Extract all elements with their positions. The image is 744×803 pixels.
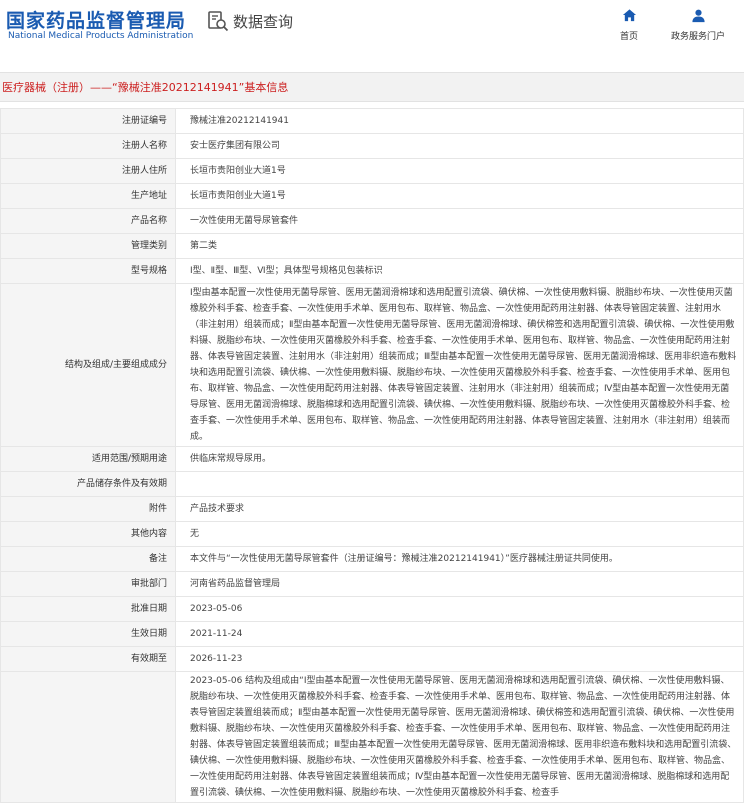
field-value: 本文件与“一次性使用无菌导尿管套件（注册证编号：豫械注准20212141941）… bbox=[175, 546, 744, 572]
field-label: 型号规格 bbox=[0, 258, 176, 284]
field-value: 2021-11-24 bbox=[175, 621, 744, 647]
nav-home[interactable]: 首页 bbox=[620, 8, 638, 42]
site-logo-en[interactable]: National Medical Products Administration bbox=[8, 31, 193, 41]
change-history-value: 2023-05-06 结构及组成由“Ⅰ型由基本配置一次性使用无菌导尿管、医用无菌… bbox=[175, 671, 744, 803]
page-title: 医疗器械（注册）——“豫械注准20212141941”基本信息 bbox=[0, 72, 744, 102]
field-label: 注册人住所 bbox=[0, 158, 176, 184]
nav-service-portal[interactable]: 政务服务门户 bbox=[671, 8, 725, 42]
field-label: 有效期至 bbox=[0, 646, 176, 672]
table-row: 产品储存条件及有效期 bbox=[0, 471, 744, 497]
site-header: 国家药品监督管理局 National Medical Products Admi… bbox=[0, 0, 744, 66]
table-row: 适用范围/预期用途 供临床常规导尿用。 bbox=[0, 446, 744, 472]
field-label: 其他内容 bbox=[0, 521, 176, 547]
field-label: 生效日期 bbox=[0, 621, 176, 647]
field-value: 长垣市贵阳创业大道1号 bbox=[175, 158, 744, 184]
site-logo-cn[interactable]: 国家药品监督管理局 bbox=[6, 6, 186, 33]
table-row: 注册人名称 安士医疗集团有限公司 bbox=[0, 133, 744, 159]
table-row: 管理类别 第二类 bbox=[0, 233, 744, 259]
search-document-icon bbox=[207, 10, 229, 32]
field-value: 产品技术要求 bbox=[175, 496, 744, 522]
table-row: 其他内容无 bbox=[0, 521, 744, 547]
field-value: 2026-11-23 bbox=[175, 646, 744, 672]
home-icon bbox=[622, 9, 636, 22]
field-value: 无 bbox=[175, 521, 744, 547]
field-label: 备注 bbox=[0, 546, 176, 572]
table-row: 结构及组成/主要组成成分 Ⅰ型由基本配置一次性使用无菌导尿管、医用无菌润滑棉球和选… bbox=[0, 283, 744, 447]
field-label: 附件 bbox=[0, 496, 176, 522]
table-row: 2023-05-06 结构及组成由“Ⅰ型由基本配置一次性使用无菌导尿管、医用无菌… bbox=[0, 671, 744, 803]
table-row: 生效日期 2021-11-24 bbox=[0, 621, 744, 647]
field-value: 2023-05-06 bbox=[175, 596, 744, 622]
detail-table: 注册证编号 豫械注准20212141941 注册人名称 安士医疗集团有限公司 注册人… bbox=[0, 108, 744, 803]
field-value: 供临床常规导尿用。 bbox=[175, 446, 744, 472]
field-label: 管理类别 bbox=[0, 233, 176, 259]
field-value: 豫械注准20212141941 bbox=[175, 108, 744, 134]
table-row: 批准日期 2023-05-06 bbox=[0, 596, 744, 622]
user-icon bbox=[691, 9, 705, 23]
table-row: 审批部门 河南省药品监督管理局 bbox=[0, 571, 744, 597]
field-value: Ⅰ型、Ⅱ型、Ⅲ型、Ⅵ型；具体型号规格见包装标识 bbox=[175, 258, 744, 284]
field-label: 适用范围/预期用途 bbox=[0, 446, 176, 472]
data-query-label: 数据查询 bbox=[233, 12, 294, 31]
table-row: 备注 本文件与“一次性使用无菌导尿管套件（注册证编号：豫械注准2021214194… bbox=[0, 546, 744, 572]
field-value bbox=[175, 471, 744, 497]
table-row: 注册证编号 豫械注准20212141941 bbox=[0, 108, 744, 134]
field-value: 第二类 bbox=[175, 233, 744, 259]
field-value: Ⅰ型由基本配置一次性使用无菌导尿管、医用无菌润滑棉球和选用配置引流袋、碘伏棉、一… bbox=[175, 283, 744, 447]
field-value: 河南省药品监督管理局 bbox=[175, 571, 744, 597]
table-row: 有效期至 2026-11-23 bbox=[0, 646, 744, 672]
nav-home-label: 首页 bbox=[620, 32, 639, 42]
field-label: 生产地址 bbox=[0, 183, 176, 209]
field-label: 产品名称 bbox=[0, 208, 176, 234]
field-label: 产品储存条件及有效期 bbox=[0, 471, 176, 497]
field-label: 批准日期 bbox=[0, 596, 176, 622]
data-query-link[interactable]: 数据查询 bbox=[207, 10, 293, 32]
field-value: 安士医疗集团有限公司 bbox=[175, 133, 744, 159]
table-row: 型号规格 Ⅰ型、Ⅱ型、Ⅲ型、Ⅵ型；具体型号规格见包装标识 bbox=[0, 258, 744, 284]
table-row: 附件 产品技术要求 bbox=[0, 496, 744, 522]
nav-portal-label: 政务服务门户 bbox=[671, 32, 726, 42]
field-label: 注册证编号 bbox=[0, 108, 176, 134]
table-row: 生产地址 长垣市贵阳创业大道1号 bbox=[0, 183, 744, 209]
field-label: 结构及组成/主要组成成分 bbox=[0, 283, 176, 447]
field-label: 注册人名称 bbox=[0, 133, 176, 159]
field-label: 审批部门 bbox=[0, 571, 176, 597]
table-row: 注册人住所 长垣市贵阳创业大道1号 bbox=[0, 158, 744, 184]
field-value: 一次性使用无菌导尿管套件 bbox=[175, 208, 744, 234]
field-value: 长垣市贵阳创业大道1号 bbox=[175, 183, 744, 209]
field-label bbox=[0, 671, 176, 803]
table-row: 产品名称 一次性使用无菌导尿管套件 bbox=[0, 208, 744, 234]
